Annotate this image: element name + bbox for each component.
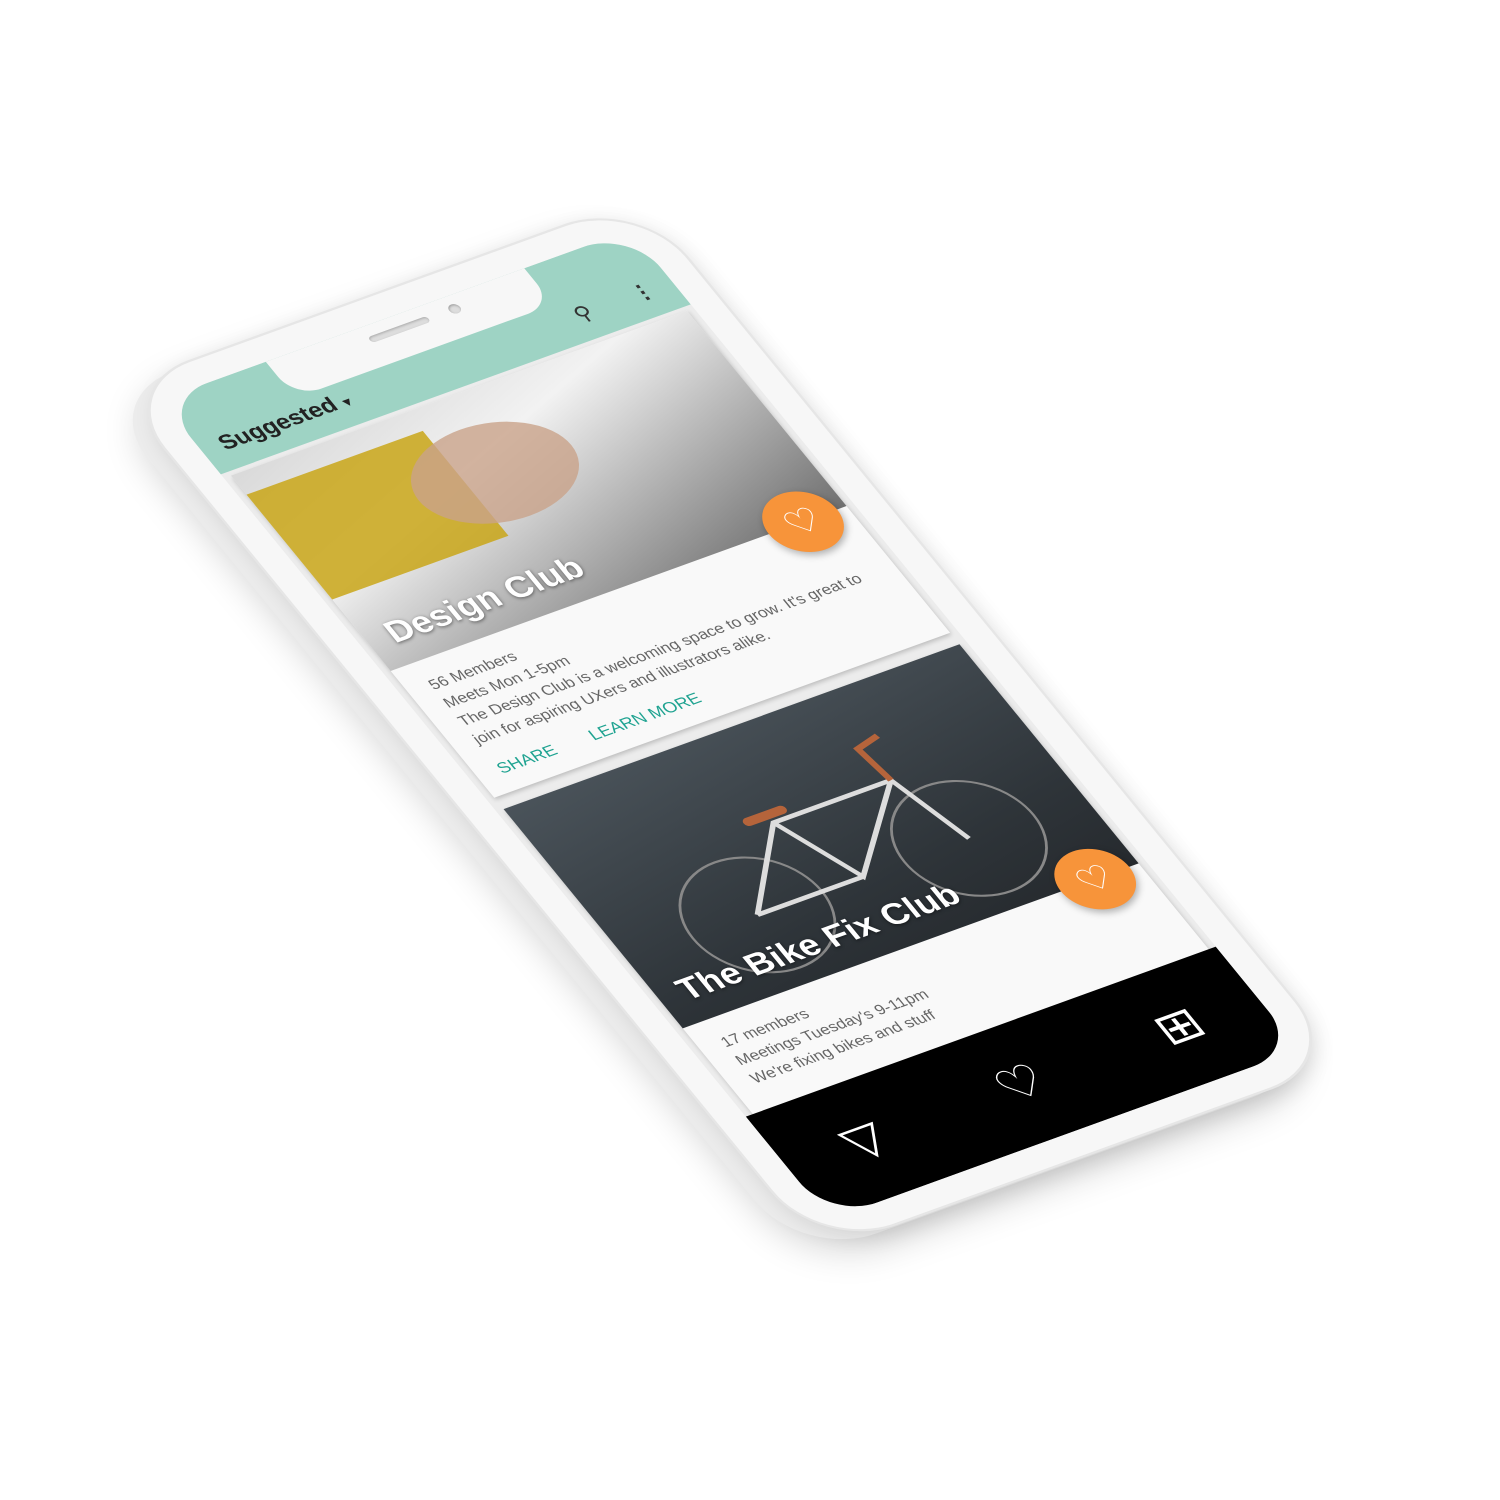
phone: Suggested▾ ⚲ ⋮ Design Club ♡ 56 Members …: [117, 199, 1343, 1250]
more-icon[interactable]: ⋮: [624, 279, 662, 307]
heart-icon: ♡: [774, 500, 832, 544]
caret-down-icon: ▾: [339, 395, 356, 410]
screen: Suggested▾ ⚲ ⋮ Design Club ♡ 56 Members …: [160, 230, 1300, 1220]
search-icon[interactable]: ⚲: [568, 301, 600, 327]
camera: [445, 302, 464, 316]
share-button[interactable]: SHARE: [491, 740, 562, 779]
back-icon[interactable]: ▽: [829, 1112, 901, 1169]
favorites-heart-icon[interactable]: ♡: [982, 1054, 1060, 1113]
heart-icon: ♡: [1066, 857, 1124, 901]
add-square-icon[interactable]: ⊞: [1142, 997, 1217, 1055]
